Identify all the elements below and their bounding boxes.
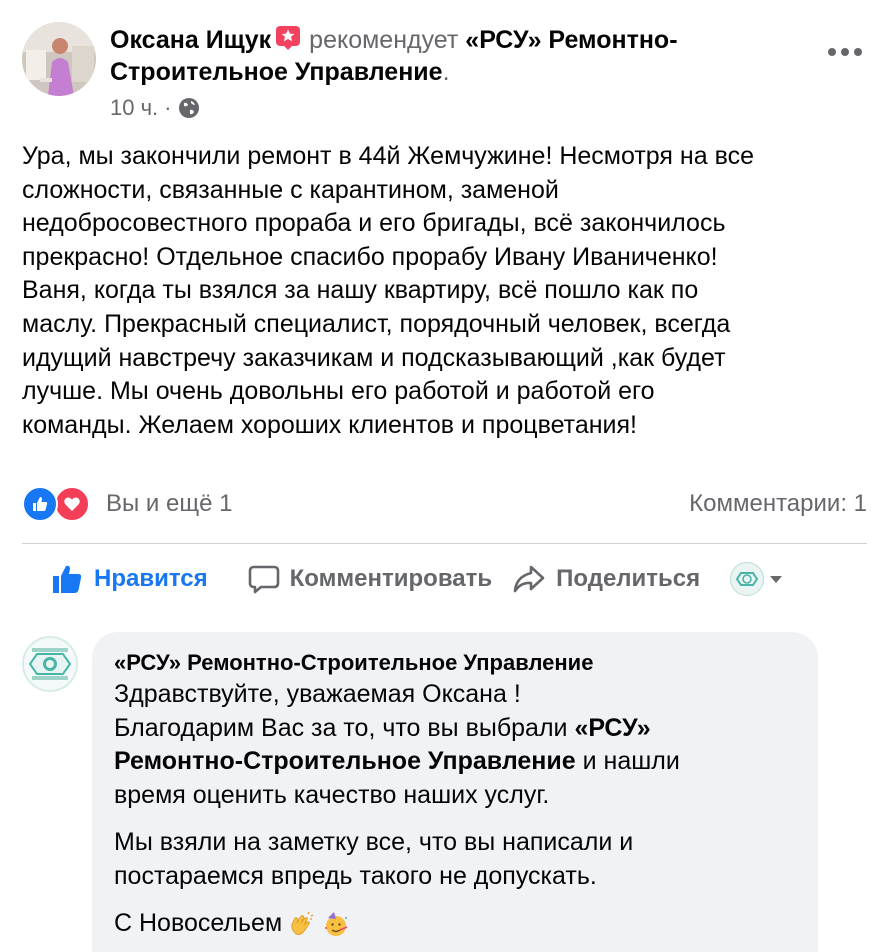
more-dot xyxy=(854,48,862,56)
comment-line-text: Благодарим Вас за то, что вы выбрали xyxy=(114,713,575,742)
post-body-line: Ура, мы закончили ремонт в 44й Жемчужине… xyxy=(22,142,754,170)
comment-page-mention[interactable]: «РСУ» xyxy=(574,714,650,742)
like-reaction-icon xyxy=(22,486,58,522)
post-header: Оксана Ищук рекомендует «РСУ» Ремонтно-Ст… xyxy=(22,20,872,120)
divider xyxy=(22,543,867,544)
comment-line: Благодарим Вас за то, что вы выбрали «РС… xyxy=(114,712,796,746)
post-actions: Нравится Комментировать Поделиться xyxy=(22,552,867,606)
comment-line: время оценить качество наших услуг. xyxy=(114,780,550,809)
meta-separator: · xyxy=(164,95,172,120)
comment-author[interactable]: «РСУ» Ремонтно-Строительное Управление xyxy=(114,648,796,678)
post-body-line: лучше. Мы очень довольны его работой и р… xyxy=(22,377,655,406)
comment-line: постараемся впредь такого не допускать. xyxy=(114,861,597,890)
post-header-text: Оксана Ищук рекомендует «РСУ» Ремонтно-Ст… xyxy=(110,24,770,88)
love-reaction-icon xyxy=(54,486,90,522)
reactions-stats: Вы и ещё 1 Комментарии: 1 xyxy=(22,484,867,524)
clapping-hands-emoji xyxy=(288,910,316,938)
more-dot xyxy=(828,48,836,56)
chevron-down-icon xyxy=(770,575,783,583)
comment-bubble: «РСУ» Ремонтно-Строительное Управление З… xyxy=(92,632,818,952)
comment-text: Здравствуйте, уважаемая Оксана ! Благода… xyxy=(114,678,796,941)
more-dot xyxy=(841,48,849,56)
post-body-line: прекрасно! Отдельное спасибо прорабу Ива… xyxy=(22,242,718,271)
comment-paragraph: С Новосельем xyxy=(114,907,796,941)
comment-line: С Новосельем xyxy=(114,909,283,937)
author-name[interactable]: Оксана Ищук xyxy=(110,26,271,54)
partying-face-emoji xyxy=(322,910,350,938)
comment-button-label: Комментировать xyxy=(289,565,493,592)
post-body-line: маслу. Прекрасный специалист, порядочный… xyxy=(22,309,731,338)
page-avatar[interactable] xyxy=(22,636,78,692)
more-options-icon[interactable] xyxy=(828,42,862,62)
share-button[interactable]: Поделиться xyxy=(512,552,700,606)
page-logo-icon xyxy=(730,562,765,596)
comment-line: Ремонтно-Строительное Управление и нашли xyxy=(114,745,796,779)
post-body-line: Ваня, когда ты взялся за нашу квартиру, … xyxy=(22,276,699,305)
globe-icon[interactable] xyxy=(178,97,200,119)
thumbs-up-icon xyxy=(53,565,82,593)
reaction-icons xyxy=(22,484,92,524)
recommend-verb: рекомендует xyxy=(309,26,459,54)
reactors-text: Вы и ещё 1 xyxy=(106,490,233,517)
page-selector-dropdown[interactable] xyxy=(730,562,783,596)
comment-line-text: и нашли xyxy=(575,747,680,775)
comment-paragraph: Мы взяли на заметку все, что вы написали… xyxy=(114,826,796,893)
comment-bubble-icon xyxy=(248,565,279,594)
like-button[interactable]: Нравится xyxy=(50,552,208,606)
share-arrow-icon xyxy=(513,565,545,593)
post-body: Ура, мы закончили ремонт в 44й Жемчужине… xyxy=(22,140,867,442)
post-meta: 10 ч. · xyxy=(110,94,200,122)
author-avatar[interactable] xyxy=(22,22,96,96)
like-button-label: Нравится xyxy=(94,565,208,592)
comment-button[interactable]: Комментировать xyxy=(248,552,492,606)
reactions-summary[interactable]: Вы и ещё 1 xyxy=(22,484,232,524)
header-trailing-dot: . xyxy=(442,58,450,86)
recommend-star-icon xyxy=(275,25,301,51)
comment-line: Здравствуйте, уважаемая Оксана ! xyxy=(114,680,521,708)
post-body-line: недобросовестного прораба и его бригады,… xyxy=(22,209,726,238)
post-time[interactable]: 10 ч. xyxy=(110,94,158,122)
post-body-line: сложности, связанные с карантином, замен… xyxy=(22,175,559,204)
post-body-line: команды. Желаем хороших клиентов и процв… xyxy=(22,410,638,439)
comment-page-mention[interactable]: Ремонтно-Строительное Управление xyxy=(114,747,576,775)
comments-count[interactable]: Комментарии: 1 xyxy=(689,490,867,518)
post-body-line: идущий навстречу заказчикам и подсказыва… xyxy=(22,343,726,372)
comment-line: Мы взяли на заметку все, что вы написали… xyxy=(114,828,634,856)
share-button-label: Поделиться xyxy=(556,565,701,592)
